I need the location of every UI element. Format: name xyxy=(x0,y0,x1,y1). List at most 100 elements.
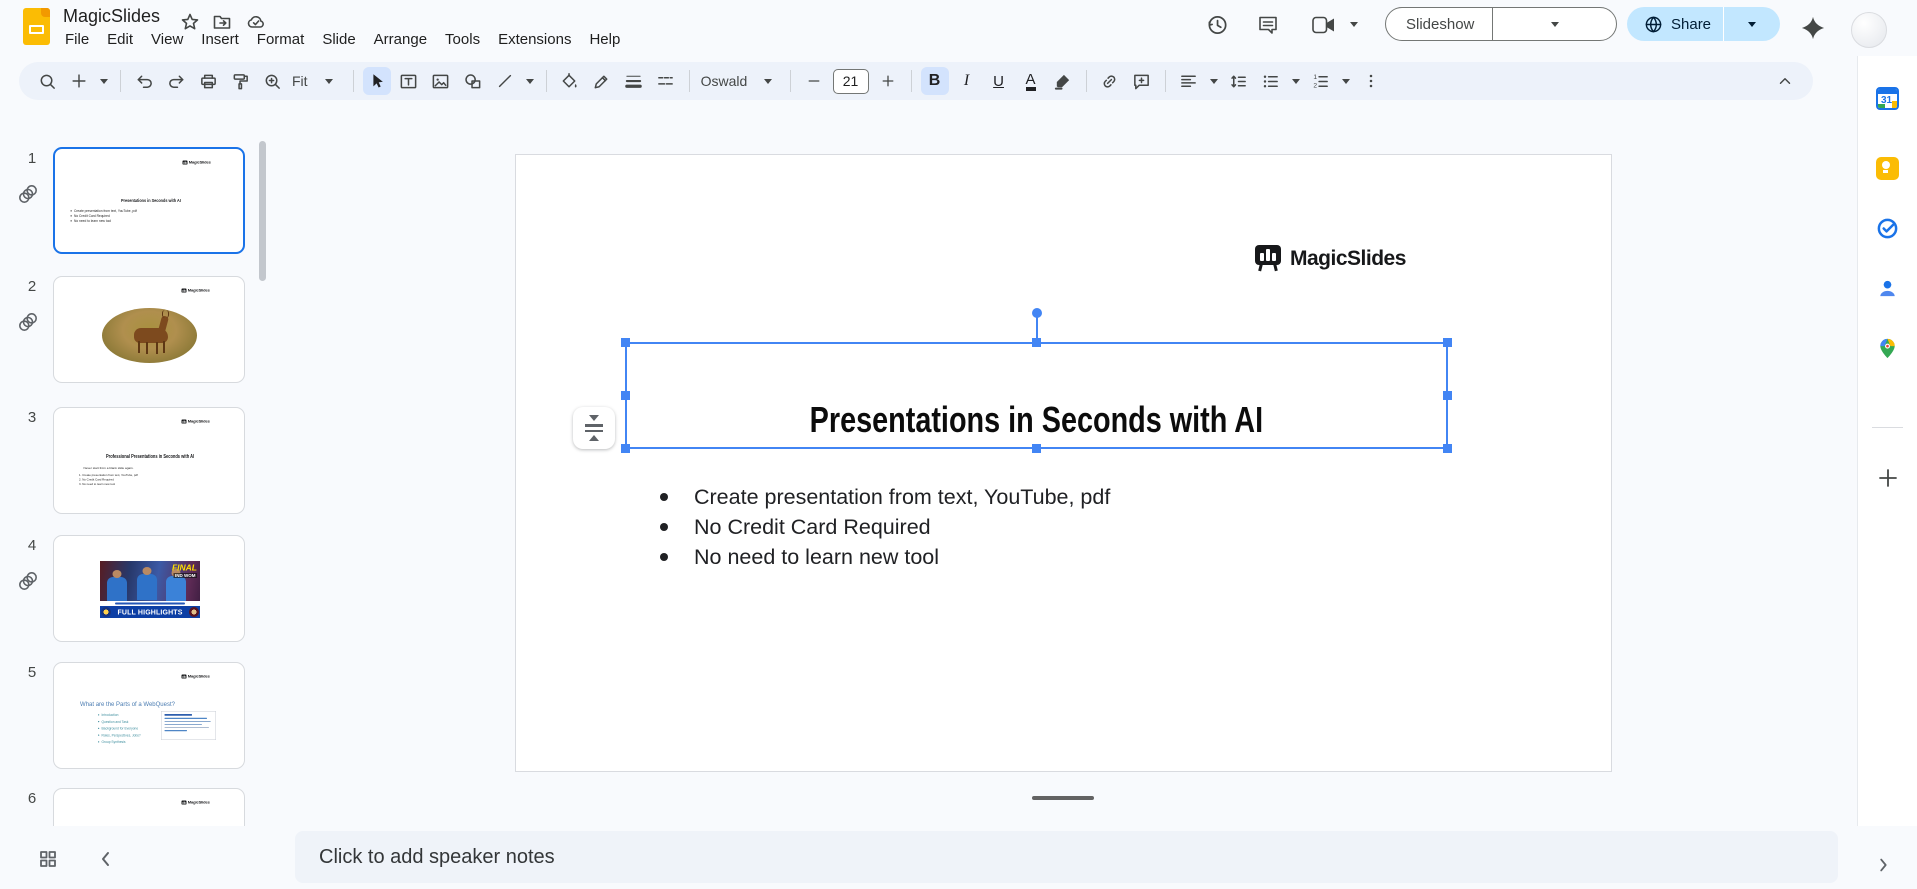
keep-icon[interactable] xyxy=(1876,157,1899,180)
gemini-sparkle-icon[interactable] xyxy=(1799,14,1827,42)
resize-handle-ne[interactable] xyxy=(1443,338,1452,347)
new-slide-caret[interactable] xyxy=(97,67,111,95)
rotation-handle[interactable] xyxy=(1032,308,1042,318)
selected-title-textbox[interactable]: Presentations in Seconds with AI xyxy=(621,338,1452,453)
collapse-filmstrip-button[interactable] xyxy=(96,849,116,869)
menu-arrange[interactable]: Arrange xyxy=(365,30,436,49)
hide-menus-button[interactable] xyxy=(1771,67,1799,95)
menu-file[interactable]: File xyxy=(56,30,98,49)
resize-handle-se[interactable] xyxy=(1443,444,1452,453)
account-avatar[interactable] xyxy=(1851,12,1887,48)
increase-font-size-button[interactable] xyxy=(874,67,902,95)
body-textbox[interactable]: Create presentation from text, YouTube, … xyxy=(660,482,1110,572)
share-button-group: Share xyxy=(1627,7,1780,41)
redo-button[interactable] xyxy=(162,67,190,95)
menu-tools[interactable]: Tools xyxy=(436,30,489,49)
slide-3-thumbnail[interactable]: MagicSlides Professional Presentations i… xyxy=(53,407,245,514)
resize-handle-e[interactable] xyxy=(1443,391,1452,400)
autofit-indicator-button[interactable] xyxy=(573,407,615,449)
resize-handle-s[interactable] xyxy=(1032,444,1041,453)
tasks-icon[interactable] xyxy=(1876,217,1899,240)
bulleted-list-button[interactable] xyxy=(1257,67,1285,95)
paint-format-button[interactable] xyxy=(226,67,254,95)
speaker-notes-input[interactable]: Click to add speaker notes xyxy=(295,831,1838,883)
underline-button[interactable]: U xyxy=(985,67,1013,95)
bold-button[interactable]: B xyxy=(920,67,949,95)
zoom-select-caret[interactable] xyxy=(314,67,344,95)
filmstrip-scrollbar[interactable] xyxy=(259,141,266,281)
align-caret[interactable] xyxy=(1207,67,1221,95)
move-folder-icon[interactable] xyxy=(212,12,232,32)
share-button[interactable]: Share xyxy=(1671,16,1711,33)
insert-comment-button[interactable] xyxy=(1128,67,1156,95)
insert-line-caret[interactable] xyxy=(523,67,537,95)
zoom-select[interactable]: Fit xyxy=(288,73,312,89)
bulleted-list-caret[interactable] xyxy=(1289,67,1303,95)
slide-1-thumbnail[interactable]: MagicSlides Presentations in Seconds wit… xyxy=(53,147,245,254)
slide-5-thumbnail[interactable]: MagicSlides What are the Parts of a WebQ… xyxy=(53,662,245,769)
line-spacing-button[interactable] xyxy=(1225,67,1253,95)
text-box-button[interactable] xyxy=(395,67,423,95)
border-color-button[interactable] xyxy=(588,67,616,95)
video-call-caret-icon[interactable] xyxy=(1350,22,1358,27)
grid-view-button[interactable] xyxy=(38,849,58,869)
slideshow-options-button[interactable] xyxy=(1493,21,1616,27)
insert-image-button[interactable] xyxy=(427,67,455,95)
share-options-button[interactable] xyxy=(1724,21,1780,27)
insert-shape-button[interactable] xyxy=(459,67,487,95)
undo-button[interactable] xyxy=(130,67,158,95)
notes-resize-handle[interactable] xyxy=(1032,796,1094,800)
transition-indicator-icon[interactable] xyxy=(17,570,39,592)
font-size-input[interactable]: 21 xyxy=(832,68,869,94)
insert-link-button[interactable] xyxy=(1096,67,1124,95)
slides-app-logo[interactable] xyxy=(23,8,50,45)
font-family-select[interactable]: Oswald xyxy=(697,73,753,89)
video-call-icon[interactable] xyxy=(1311,14,1337,36)
highlight-color-button[interactable] xyxy=(1049,67,1077,95)
numbered-list-caret[interactable] xyxy=(1339,67,1353,95)
contacts-icon[interactable] xyxy=(1876,277,1899,300)
fill-color-button[interactable] xyxy=(556,67,584,95)
slideshow-button[interactable]: Slideshow xyxy=(1386,16,1474,33)
menu-extensions[interactable]: Extensions xyxy=(489,30,580,49)
text-color-button[interactable]: A xyxy=(1017,67,1045,95)
resize-handle-w[interactable] xyxy=(621,391,630,400)
transition-indicator-icon[interactable] xyxy=(17,183,39,205)
menu-format[interactable]: Format xyxy=(248,30,314,49)
document-title[interactable]: MagicSlides xyxy=(63,6,160,27)
menu-edit[interactable]: Edit xyxy=(98,30,142,49)
zoom-button[interactable] xyxy=(258,67,286,95)
border-weight-button[interactable] xyxy=(620,67,648,95)
transition-indicator-icon[interactable] xyxy=(17,311,39,333)
menu-insert[interactable]: Insert xyxy=(192,30,248,49)
get-addons-button[interactable] xyxy=(1876,466,1900,490)
font-family-caret[interactable] xyxy=(755,67,781,95)
more-options-button[interactable] xyxy=(1357,67,1385,95)
align-button[interactable] xyxy=(1175,67,1203,95)
decrease-font-size-button[interactable] xyxy=(800,67,828,95)
version-history-icon[interactable] xyxy=(1204,12,1230,38)
star-icon[interactable] xyxy=(180,12,200,32)
comments-icon[interactable] xyxy=(1256,13,1280,37)
slide-canvas[interactable] xyxy=(515,154,1612,772)
menu-view[interactable]: View xyxy=(142,30,192,49)
insert-line-button[interactable] xyxy=(491,67,519,95)
slide-2-thumbnail[interactable]: MagicSlides xyxy=(53,276,245,383)
print-button[interactable] xyxy=(194,67,222,95)
resize-handle-n[interactable] xyxy=(1032,338,1041,347)
new-slide-button[interactable] xyxy=(65,67,93,95)
resize-handle-nw[interactable] xyxy=(621,338,630,347)
italic-button[interactable]: I xyxy=(953,67,981,95)
slide-4-thumbnail[interactable]: FINAL IND WOM FULL HIGHLIGHTS xyxy=(53,535,245,642)
numbered-list-button[interactable]: 12 xyxy=(1307,67,1335,95)
select-tool-button[interactable] xyxy=(362,67,391,95)
maps-icon[interactable] xyxy=(1876,337,1899,360)
resize-handle-sw[interactable] xyxy=(621,444,630,453)
menu-slide[interactable]: Slide xyxy=(313,30,364,49)
search-menus-button[interactable] xyxy=(33,67,61,95)
border-dash-button[interactable] xyxy=(652,67,680,95)
show-side-panel-button[interactable] xyxy=(1874,856,1892,874)
calendar-icon[interactable]: 31 xyxy=(1876,87,1899,110)
cloud-saved-icon[interactable] xyxy=(246,12,266,32)
menu-help[interactable]: Help xyxy=(580,30,629,49)
